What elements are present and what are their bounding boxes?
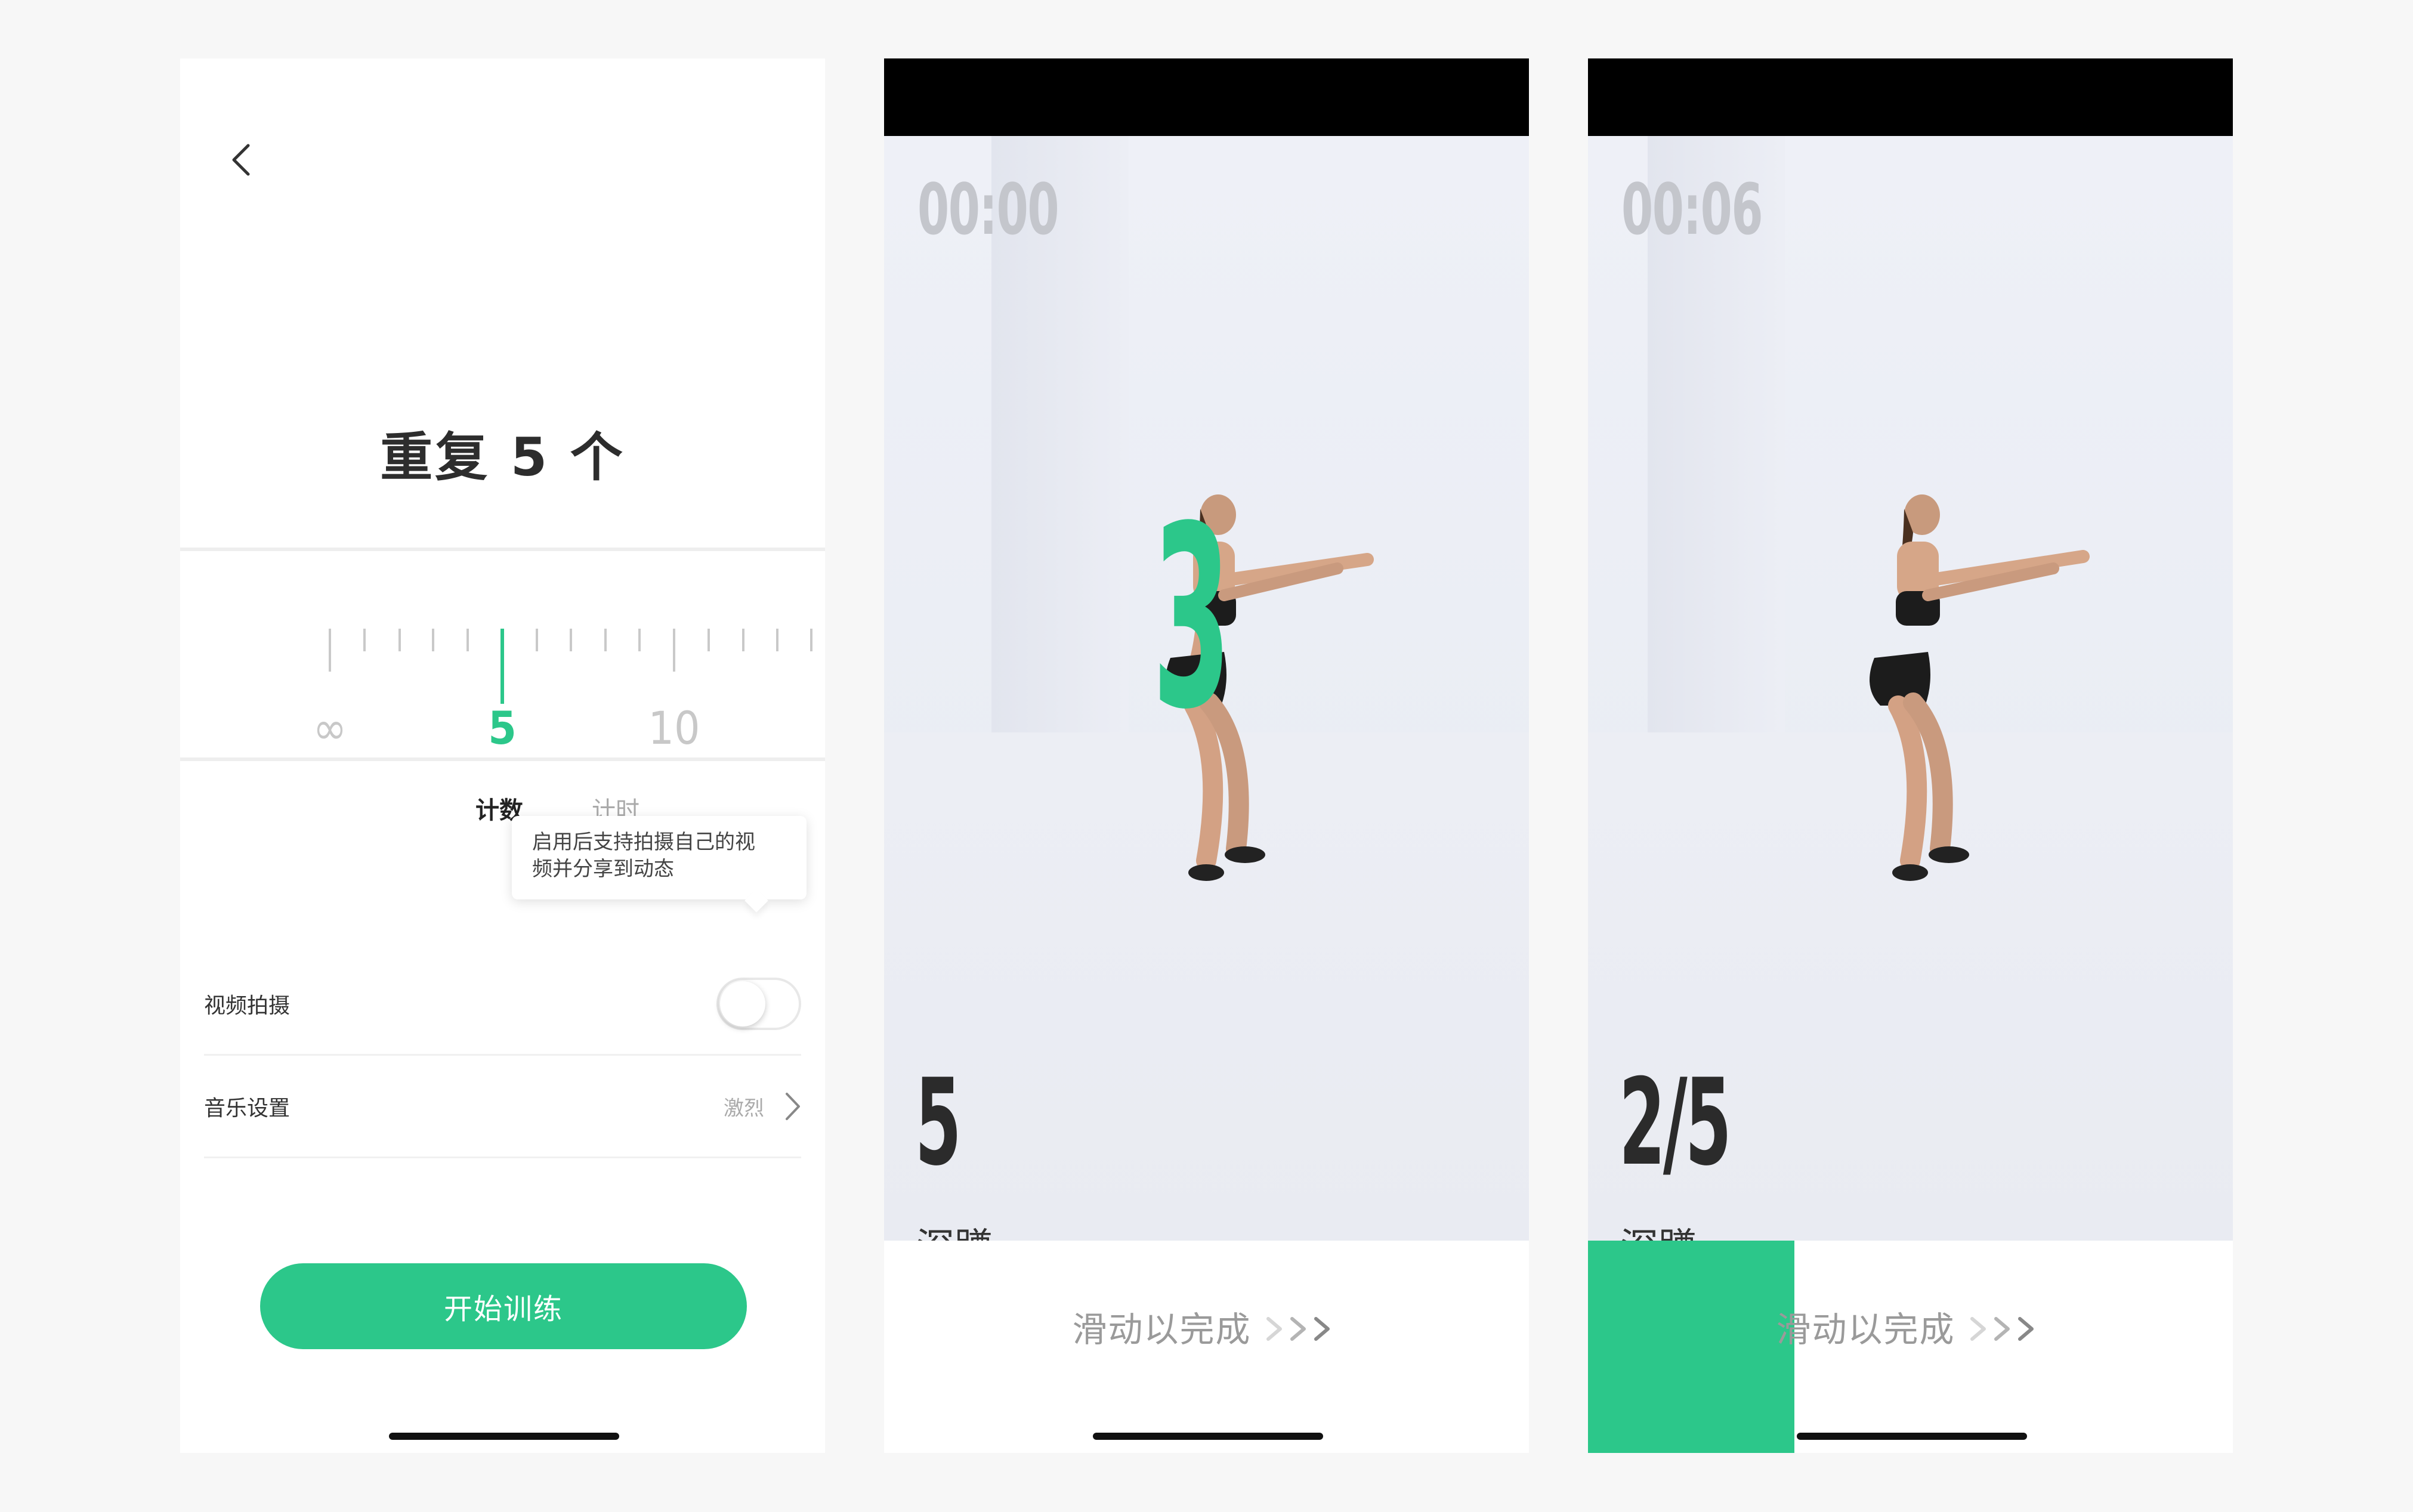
- ruler-tick: [776, 629, 778, 651]
- home-indicator[interactable]: [389, 1433, 619, 1440]
- rep-ruler[interactable]: ∞ 5 10: [180, 548, 825, 761]
- ruler-tick: [329, 629, 331, 672]
- swipe-arrows-icon: [1263, 1312, 1341, 1352]
- ruler-tick: [810, 629, 812, 651]
- countdown-number: 3: [1153, 473, 1231, 765]
- tooltip-line: 启用后支持拍摄自己的视: [532, 830, 755, 854]
- ruler-tick: [707, 629, 710, 651]
- rep-count: 5: [915, 1053, 962, 1192]
- swipe-label-wrap: 滑动以完成: [1588, 1301, 2233, 1352]
- squat-figure: [1870, 494, 2090, 881]
- swipe-arrows-icon: [1967, 1312, 2045, 1352]
- ruler-label-10[interactable]: 10: [626, 701, 722, 755]
- ruler-tick: [432, 629, 434, 651]
- tooltip-line: 频并分享到动态: [532, 857, 674, 881]
- swipe-label: 滑动以完成: [1072, 1309, 1252, 1350]
- swipe-to-complete[interactable]: 滑动以完成: [884, 1241, 1529, 1453]
- chevron-left-icon: [232, 144, 250, 176]
- home-indicator[interactable]: [1797, 1433, 2027, 1440]
- toggle-knob: [720, 981, 765, 1026]
- ruler-tick: [536, 629, 538, 651]
- video-capture-row: 视频拍摄: [204, 953, 801, 1056]
- exercise-video: 00:06 2/5 深蹲: [1588, 136, 2233, 1241]
- page-title: 重复 5 个: [380, 426, 625, 488]
- rep-count: 2/5: [1619, 1053, 1732, 1192]
- music-settings-label: 音乐设置: [204, 1096, 291, 1121]
- ruler-tick: [363, 629, 366, 651]
- setup-screen: 重复 5 个 ∞ 5 10 计数 计时 启用后支持拍摄自己的视 频并分享到动态 …: [180, 58, 825, 1453]
- workout-progress-screen: 00:06 2/5 深蹲 滑动以完成: [1588, 58, 2233, 1453]
- ruler-tick: [466, 629, 469, 651]
- ruler-label-selected[interactable]: 5: [455, 701, 550, 755]
- exercise-name: 深蹲: [1620, 1217, 1697, 1241]
- elapsed-timer: 00:06: [1621, 168, 1763, 251]
- chevron-right-icon: [786, 1092, 800, 1120]
- exercise-name: 深蹲: [916, 1217, 993, 1241]
- ruler-tick: [742, 629, 744, 651]
- workout-start-screen: 00:00 3 5 深蹲 滑动以完成: [884, 58, 1529, 1453]
- ruler-label-infinity[interactable]: ∞: [282, 701, 378, 755]
- music-settings-value: 激烈: [724, 1096, 764, 1120]
- swipe-label-wrap: 滑动以完成: [884, 1301, 1529, 1352]
- status-bar: [884, 58, 1529, 136]
- home-indicator[interactable]: [1093, 1433, 1323, 1440]
- start-training-button[interactable]: 开始训练: [260, 1263, 747, 1349]
- swipe-to-complete[interactable]: 滑动以完成: [1588, 1241, 2233, 1453]
- video-capture-toggle[interactable]: [716, 977, 801, 1030]
- swipe-label: 滑动以完成: [1776, 1309, 1955, 1350]
- exercise-video: 00:00 3 5 深蹲: [884, 136, 1529, 1241]
- squat-figure: [1166, 494, 1374, 881]
- ruler-tick: [604, 629, 607, 651]
- ruler-tick: [398, 629, 401, 651]
- music-settings-row[interactable]: 音乐设置 激烈: [204, 1056, 801, 1158]
- ruler-tick: [570, 629, 572, 651]
- video-capture-tooltip: 启用后支持拍摄自己的视 频并分享到动态: [512, 816, 807, 899]
- video-capture-label: 视频拍摄: [204, 993, 291, 1018]
- back-button[interactable]: [223, 136, 259, 184]
- ruler-tick: [638, 629, 641, 651]
- ruler-tick: [673, 629, 675, 672]
- status-bar: [1588, 58, 2233, 136]
- elapsed-timer: 00:00: [917, 168, 1059, 251]
- ruler-selected-tick: [500, 629, 504, 704]
